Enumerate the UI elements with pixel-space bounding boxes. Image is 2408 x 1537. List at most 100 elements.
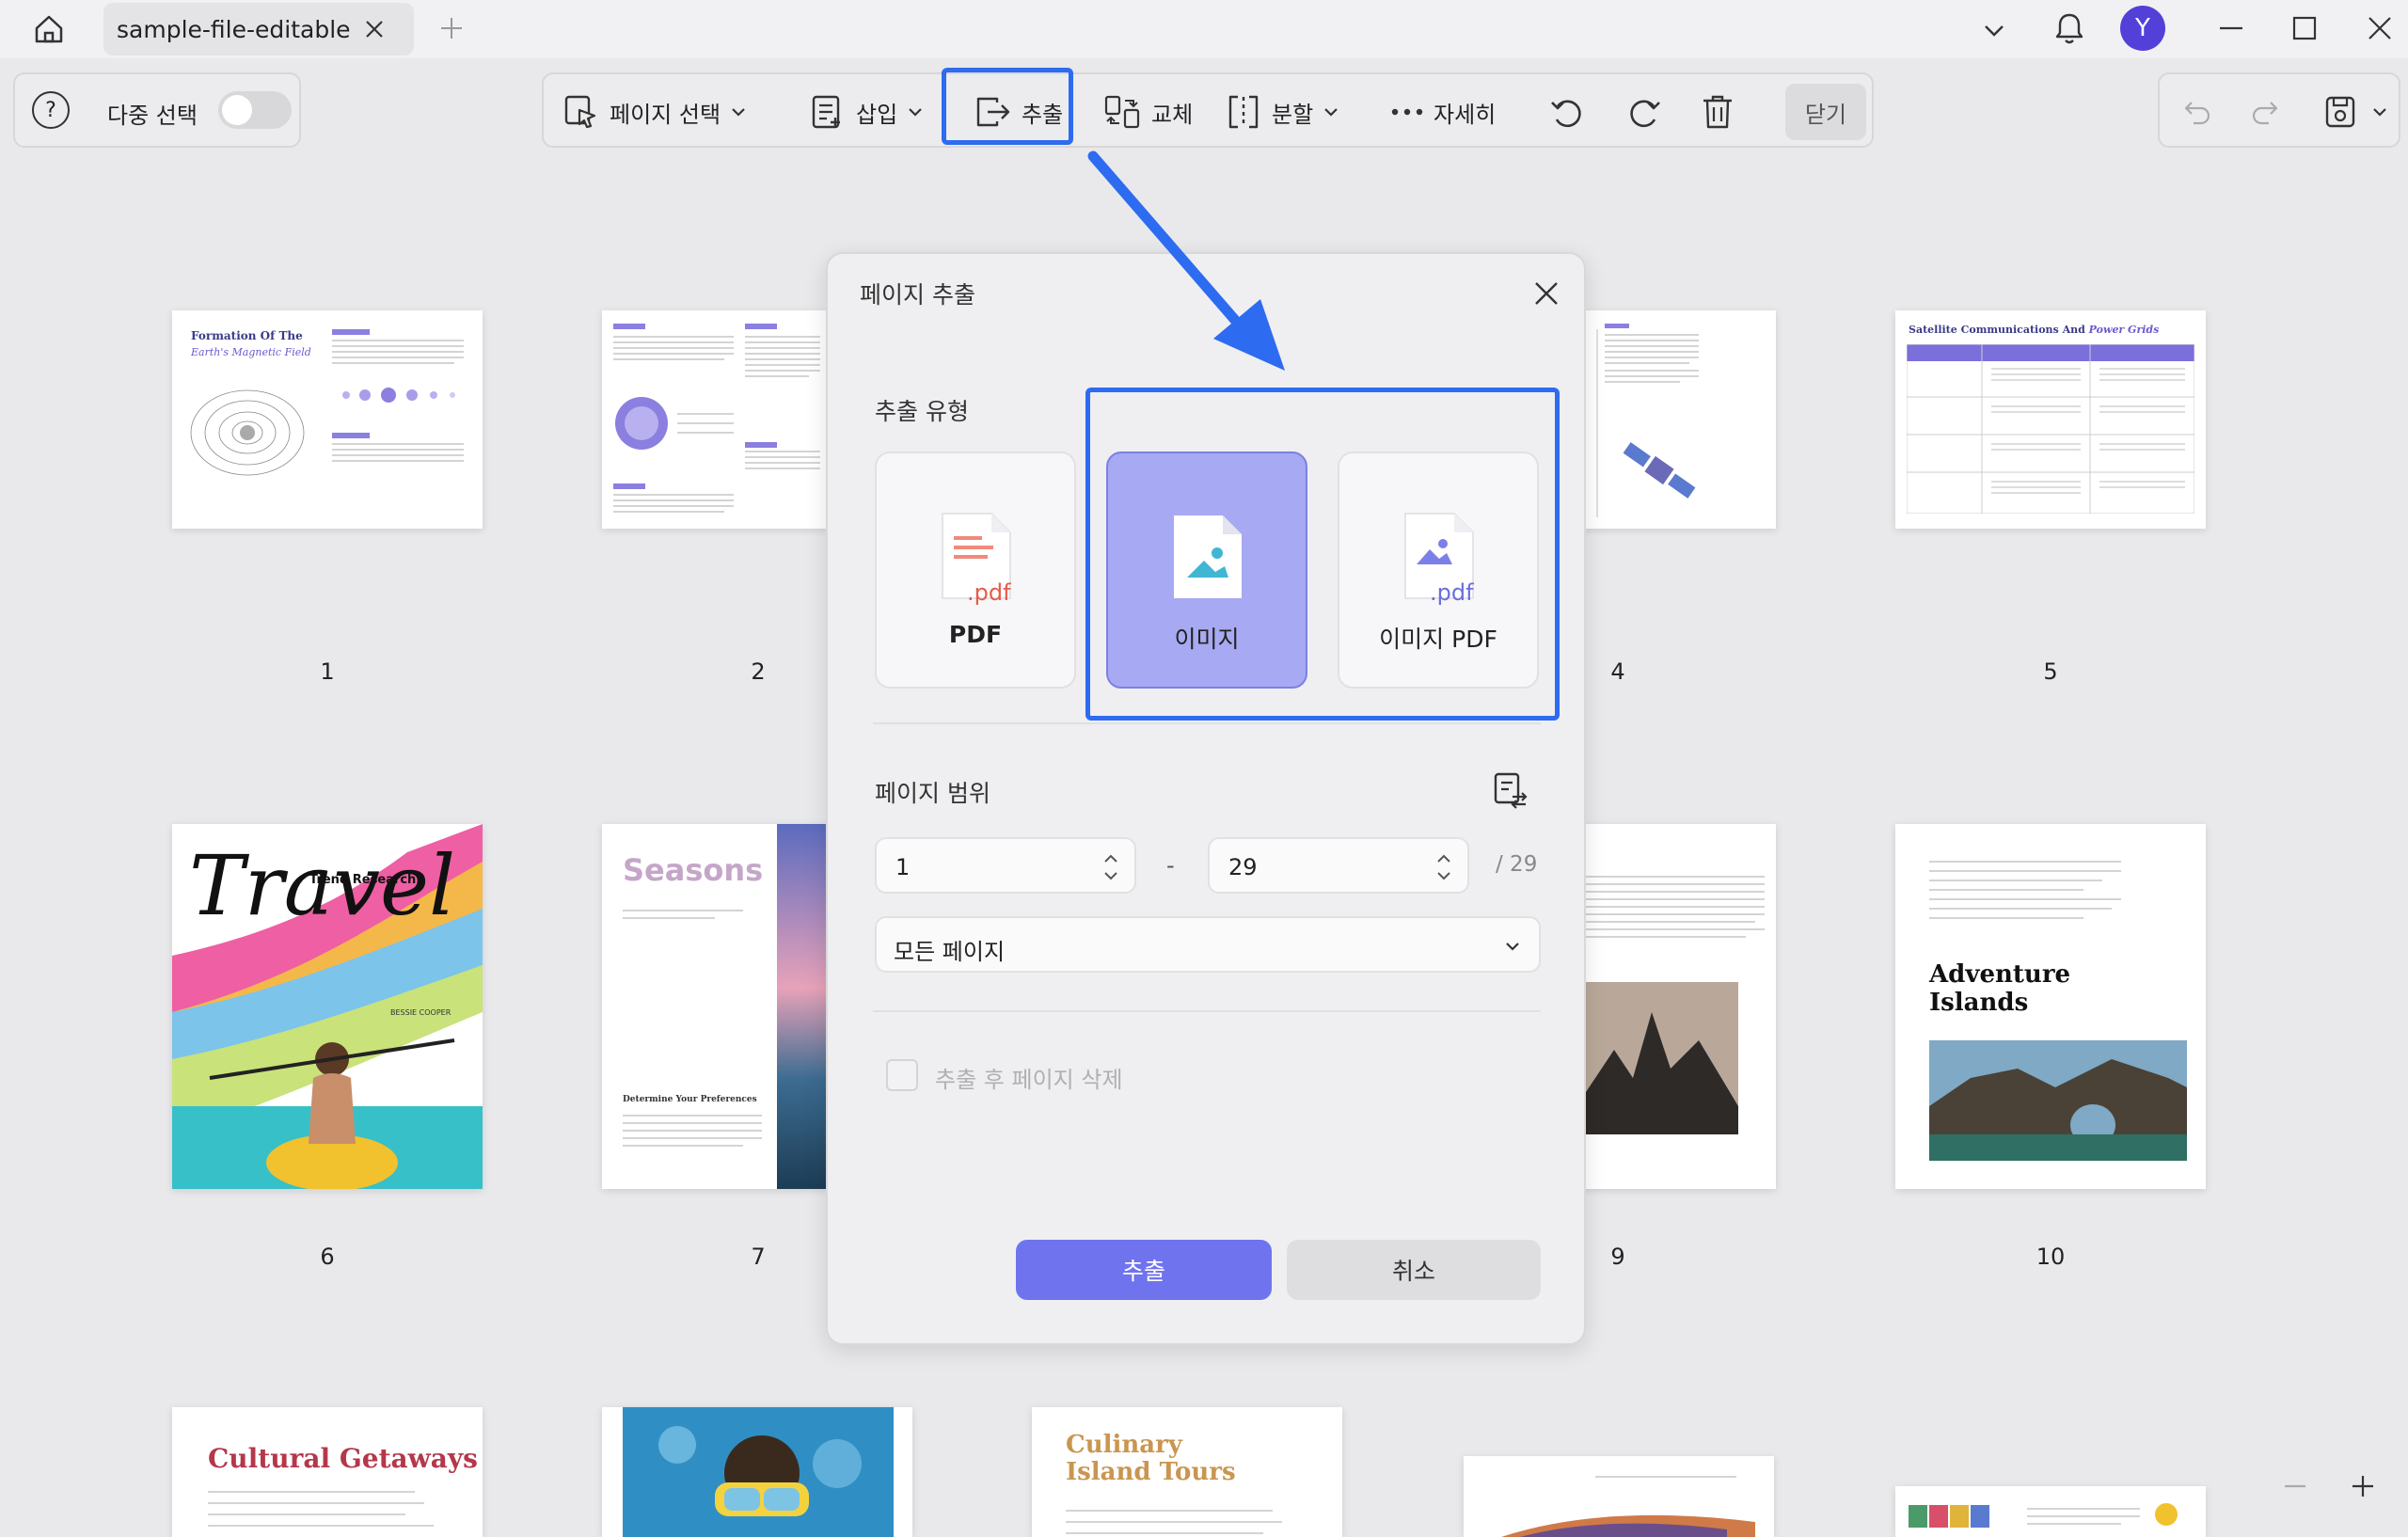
page-toolbar: 페이지 선택 삽입 추출 교체 분할 자세히 닫기	[542, 72, 1874, 148]
trash-icon[interactable]	[1697, 91, 1738, 133]
dialog-title: 페이지 추출	[860, 281, 975, 309]
chevron-down-icon[interactable]	[2368, 101, 2391, 123]
range-mode-value: 모든 페이지	[894, 939, 1006, 965]
season-page-graphic	[623, 824, 828, 1189]
option-pdf[interactable]: .pdf PDF	[875, 452, 1076, 689]
replace-button[interactable]: 교체	[1102, 93, 1193, 131]
more-dots-icon	[1391, 108, 1423, 116]
page-number-9: 9	[1610, 1244, 1625, 1270]
minimize-icon[interactable]	[2210, 9, 2252, 47]
page-thumbnail-1[interactable]: Formation Of The Earth's Magnetic Field	[172, 310, 483, 529]
more-label: 자세히	[1434, 101, 1497, 128]
more-button[interactable]: 자세히	[1390, 93, 1496, 131]
redo-icon[interactable]	[2246, 93, 2284, 131]
range-mode-select[interactable]: 모든 페이지	[875, 916, 1541, 973]
range-to-input[interactable]: 29	[1208, 837, 1469, 894]
avatar-letter: Y	[2135, 14, 2150, 42]
chevron-down-icon[interactable]	[1975, 11, 2013, 49]
range-from-input[interactable]: 1	[875, 837, 1136, 894]
diver-photo-graphic	[623, 1407, 894, 1537]
new-tab-icon[interactable]	[435, 11, 468, 45]
split-button[interactable]: 분할	[1225, 93, 1339, 131]
bell-icon[interactable]	[2049, 8, 2090, 49]
home-icon[interactable]	[28, 9, 70, 49]
page-number-5: 5	[2043, 658, 2058, 685]
page-number-10: 10	[2036, 1244, 2066, 1270]
title-bar: sample-file-editable Y	[0, 0, 2408, 58]
split-label: 분할	[1272, 101, 1314, 128]
range-separator: -	[1166, 852, 1175, 879]
page-thumbnail-7[interactable]: Seasons Determine Your Preferences	[602, 824, 828, 1189]
thumb-title-em: Power Grids	[2088, 324, 2160, 336]
text-lines-graphic	[1066, 1510, 1282, 1534]
page-content-graphic	[613, 324, 820, 513]
close-dialog-icon[interactable]	[1528, 275, 1565, 312]
replace-page-icon	[1104, 95, 1140, 129]
close-window-icon[interactable]	[2359, 9, 2400, 47]
page-thumbnail-6[interactable]: Travel Trend Research BESSIE COOPER	[172, 824, 483, 1189]
save-icon[interactable]	[2320, 91, 2361, 133]
chevron-down-icon	[909, 108, 922, 117]
zoom-out-icon[interactable]	[2276, 1467, 2314, 1505]
page-thumbnail-2[interactable]	[602, 310, 828, 529]
thumb-title: Culinary Island Tours	[1066, 1431, 1236, 1486]
cancel-button[interactable]: 취소	[1287, 1240, 1541, 1300]
stepper-icon[interactable]	[1435, 850, 1452, 884]
select-page-button[interactable]: 페이지 선택	[562, 93, 747, 131]
rotate-right-icon[interactable]	[1624, 91, 1665, 133]
range-total: / 29	[1496, 852, 1538, 877]
page-number-7: 7	[751, 1244, 766, 1270]
replace-label: 교체	[1151, 101, 1194, 128]
page-thumbnail-11[interactable]: Cultural Getaways	[172, 1407, 483, 1537]
page-thumbnail-14[interactable]	[1464, 1456, 1774, 1537]
zoom-in-icon[interactable]	[2344, 1467, 2382, 1505]
page-thumbnail-12[interactable]	[602, 1407, 912, 1537]
undo-icon[interactable]	[2178, 93, 2216, 131]
page-range-label: 페이지 범위	[875, 780, 990, 807]
extract-confirm-label: 추출	[1121, 1258, 1165, 1285]
thumb-title: Formation Of The	[191, 329, 303, 342]
select-page-label: 페이지 선택	[610, 101, 721, 128]
close-toolbar-label: 닫기	[1804, 101, 1847, 128]
document-tab[interactable]: sample-file-editable	[103, 3, 414, 55]
thumb-title: Adventure Islands	[1929, 960, 2071, 1017]
thumb-heading: Determine Your Preferences	[623, 1095, 757, 1104]
history-toolbar	[2158, 72, 2400, 148]
close-tab-icon[interactable]	[357, 12, 391, 46]
maximize-icon[interactable]	[2284, 9, 2325, 47]
delete-after-checkbox[interactable]	[886, 1059, 918, 1091]
close-toolbar-button[interactable]: 닫기	[1785, 84, 1866, 140]
page-thumbnail-4[interactable]	[1576, 310, 1776, 529]
page-number-6: 6	[320, 1244, 335, 1270]
text-lines-graphic	[208, 1491, 434, 1527]
insert-page-icon	[812, 95, 840, 129]
page-thumbnail-15[interactable]	[1895, 1486, 2206, 1537]
text-lines-graphic	[332, 329, 464, 462]
help-icon[interactable]: ?	[32, 91, 70, 129]
extract-confirm-button[interactable]: 추출	[1016, 1240, 1272, 1300]
thumb-title-main: Satellite Communications And	[1909, 324, 2085, 336]
pdf-icon-text: .pdf	[967, 579, 1011, 606]
cancel-label: 취소	[1391, 1258, 1435, 1285]
page-number-4: 4	[1610, 658, 1625, 685]
chevron-down-icon	[1506, 943, 1519, 951]
avatar[interactable]: Y	[2120, 6, 2165, 51]
thumb-tag: Trend Research	[309, 873, 417, 887]
page-range-reverse-icon[interactable]	[1488, 768, 1533, 813]
toggle-knob	[222, 95, 252, 125]
range-to-value: 29	[1228, 854, 1258, 880]
page-thumbnail-13[interactable]: Culinary Island Tours	[1032, 1407, 1342, 1537]
page-thumbnail-10[interactable]: Adventure Islands	[1895, 824, 2206, 1189]
thumb-title: Cultural Getaways	[208, 1443, 478, 1474]
magnetic-field-illustration	[190, 389, 305, 476]
thumb-author: BESSIE COOPER	[390, 1008, 452, 1017]
rotate-left-icon[interactable]	[1546, 91, 1588, 133]
multi-select-toggle[interactable]	[218, 91, 292, 129]
stepper-icon[interactable]	[1102, 850, 1119, 884]
page-thumbnail-9[interactable]	[1576, 824, 1776, 1189]
extract-highlight	[942, 68, 1073, 145]
page-thumbnail-5[interactable]: Satellite Communications And Power Grids	[1895, 310, 2206, 529]
page-content-graphic	[1501, 1476, 1755, 1537]
insert-button[interactable]: 삽입	[809, 93, 924, 131]
chevron-down-icon	[1324, 108, 1338, 117]
